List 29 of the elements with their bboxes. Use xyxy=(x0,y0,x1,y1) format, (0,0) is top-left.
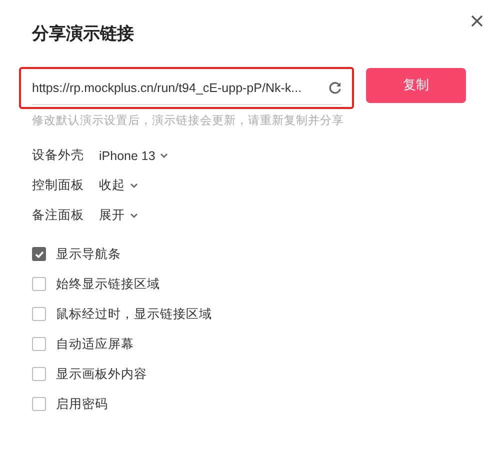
setting-label: 控制面板 xyxy=(32,177,85,194)
checkbox[interactable] xyxy=(32,397,46,411)
copy-button[interactable]: 复制 xyxy=(366,68,466,102)
option-label: 显示画板外内容 xyxy=(56,366,147,382)
checkbox[interactable] xyxy=(32,277,46,291)
check-icon xyxy=(34,250,44,258)
caret-icon xyxy=(130,213,138,218)
link-input[interactable]: https://rp.mockplus.cn/run/t94_cE-upp-pP/Nk-k... xyxy=(32,80,322,94)
setting-dropdown[interactable]: iPhone 13 xyxy=(99,148,168,162)
setting-label: 备注面板 xyxy=(32,207,85,224)
link-field[interactable]: https://rp.mockplus.cn/run/t94_cE-upp-pP/Nk-k... xyxy=(32,71,342,105)
close-icon[interactable] xyxy=(469,13,485,29)
option-label: 鼠标经过时，显示链接区域 xyxy=(56,306,212,322)
option-label: 显示导航条 xyxy=(56,246,121,262)
option-label: 自动适应屏幕 xyxy=(56,336,134,352)
checkbox[interactable] xyxy=(32,307,46,321)
checkbox[interactable] xyxy=(32,337,46,351)
dialog-title: 分享演示链接 xyxy=(32,23,135,45)
caret-icon xyxy=(160,153,168,158)
setting-dropdown[interactable]: 收起 xyxy=(99,177,138,194)
option-label: 始终显示链接区域 xyxy=(56,276,160,292)
setting-dropdown[interactable]: 展开 xyxy=(99,207,138,224)
checkbox[interactable] xyxy=(32,247,46,261)
caret-icon xyxy=(130,183,138,188)
refresh-icon[interactable] xyxy=(328,80,342,94)
setting-label: 设备外壳 xyxy=(32,147,85,164)
checkbox[interactable] xyxy=(32,367,46,381)
hint-text: 修改默认演示设置后，演示链接会更新，请重新复制并分享 xyxy=(32,113,345,128)
option-label: 启用密码 xyxy=(56,396,108,412)
